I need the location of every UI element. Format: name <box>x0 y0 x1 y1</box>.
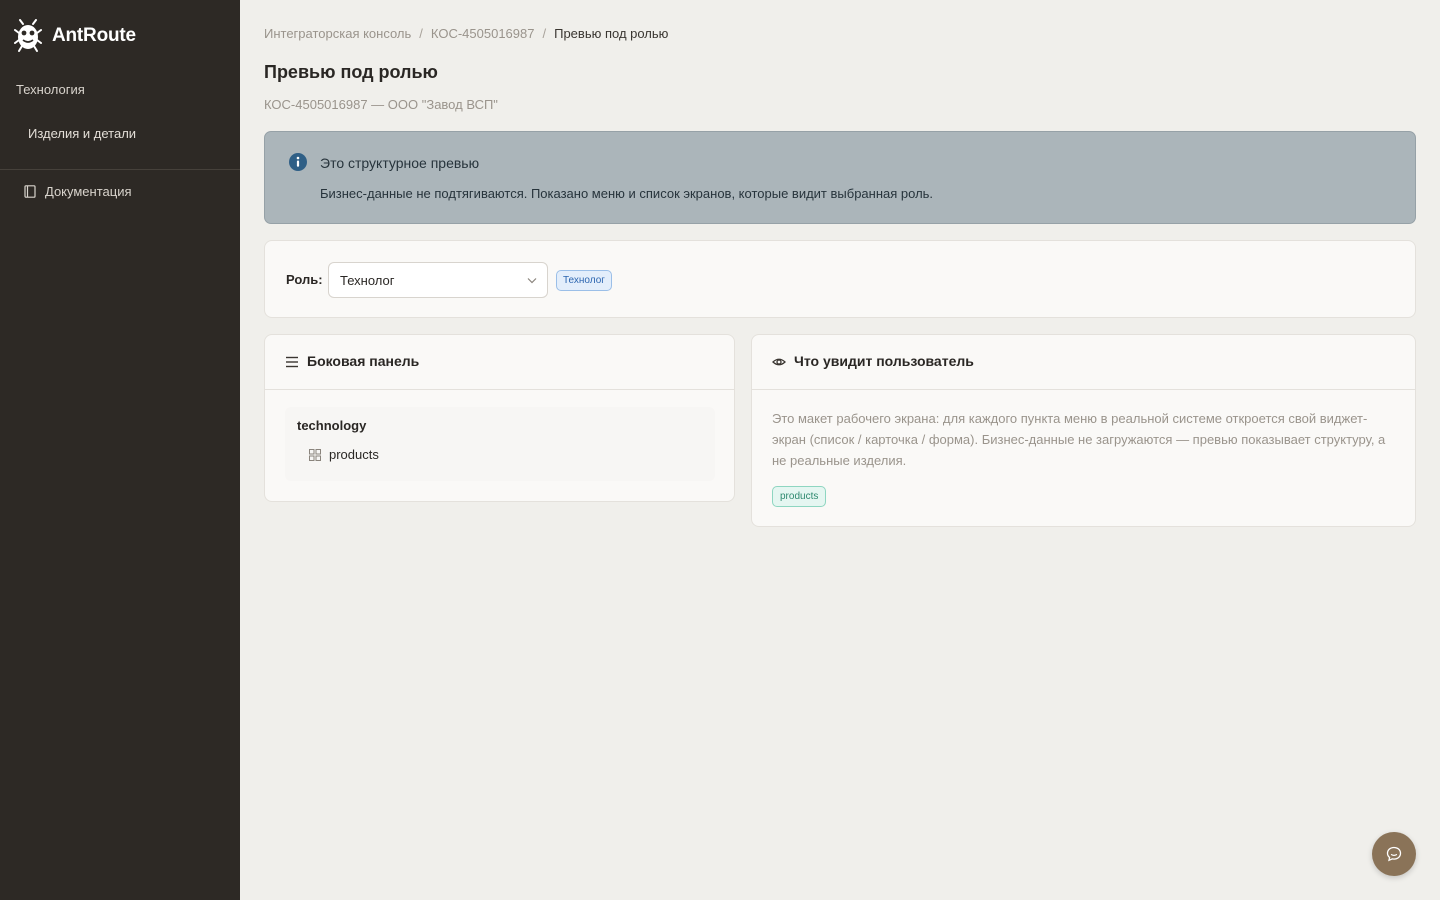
info-icon <box>289 153 307 171</box>
alert-title: Это структурное превью <box>320 155 480 171</box>
sidebar: AntRoute Технология Изделия и детали Док… <box>0 0 240 900</box>
sidebar-preview-title: Боковая панель <box>307 353 420 369</box>
breadcrumb-separator: / <box>419 26 423 41</box>
sidebar-item-documentation[interactable]: Документация <box>24 184 132 199</box>
chat-icon <box>1386 846 1402 862</box>
menu-tree-item-label: products <box>329 447 379 462</box>
breadcrumb-console[interactable]: Интеграторская консоль <box>264 26 411 41</box>
brand-name: AntRoute <box>52 25 136 46</box>
chat-button[interactable] <box>1372 832 1416 876</box>
sidebar-divider <box>0 169 240 170</box>
role-select-value: Технолог <box>340 273 395 288</box>
screen-tag-products[interactable]: products <box>772 486 827 507</box>
alert-text: Бизнес-данные не подтягиваются. Показано… <box>320 186 934 201</box>
breadcrumb: Интеграторская консоль / КОС-4505016987 … <box>264 26 668 41</box>
brand[interactable]: AntRoute <box>14 18 136 54</box>
sidebar-group-technology: Технология <box>16 82 85 97</box>
info-alert: Это структурное превью Бизнес-данные не … <box>264 131 1416 224</box>
sidebar-preview-panel: Боковая панель technology products <box>264 334 735 502</box>
user-view-header: Что увидит пользователь <box>752 335 1415 390</box>
breadcrumb-separator: / <box>542 26 547 41</box>
chevron-down-icon <box>527 278 537 284</box>
hamburger-icon <box>286 356 298 368</box>
menu-tree-item[interactable]: products <box>309 447 379 462</box>
user-view-panel: Что увидит пользователь Это макет рабоче… <box>751 334 1416 527</box>
grid-icon <box>309 448 321 461</box>
menu-tree-group: technology <box>297 418 367 433</box>
page-subtitle: КОС-4505016987 — ООО "Завод ВСП" <box>264 97 498 112</box>
sidebar-preview-header: Боковая панель <box>265 335 734 390</box>
role-card: Роль: Технолог Технолог <box>264 240 1416 318</box>
role-label: Роль: <box>286 272 323 287</box>
user-view-title: Что увидит пользователь <box>794 353 974 369</box>
role-badge: Технолог <box>556 270 612 291</box>
breadcrumb-current: Превью под ролью <box>554 26 669 41</box>
user-view-description: Это макет рабочего экрана: для каждого п… <box>772 411 1386 468</box>
ant-logo-icon <box>14 19 42 52</box>
page-title: Превью под ролью <box>264 62 438 82</box>
breadcrumb-client[interactable]: КОС-4505016987 <box>431 26 535 41</box>
role-select[interactable]: Технолог <box>328 262 548 298</box>
eye-icon <box>772 358 786 366</box>
book-icon <box>24 185 36 198</box>
menu-tree: technology products <box>285 407 715 481</box>
sidebar-item-documentation-label: Документация <box>45 184 132 199</box>
sidebar-item-products[interactable]: Изделия и детали <box>28 126 136 141</box>
